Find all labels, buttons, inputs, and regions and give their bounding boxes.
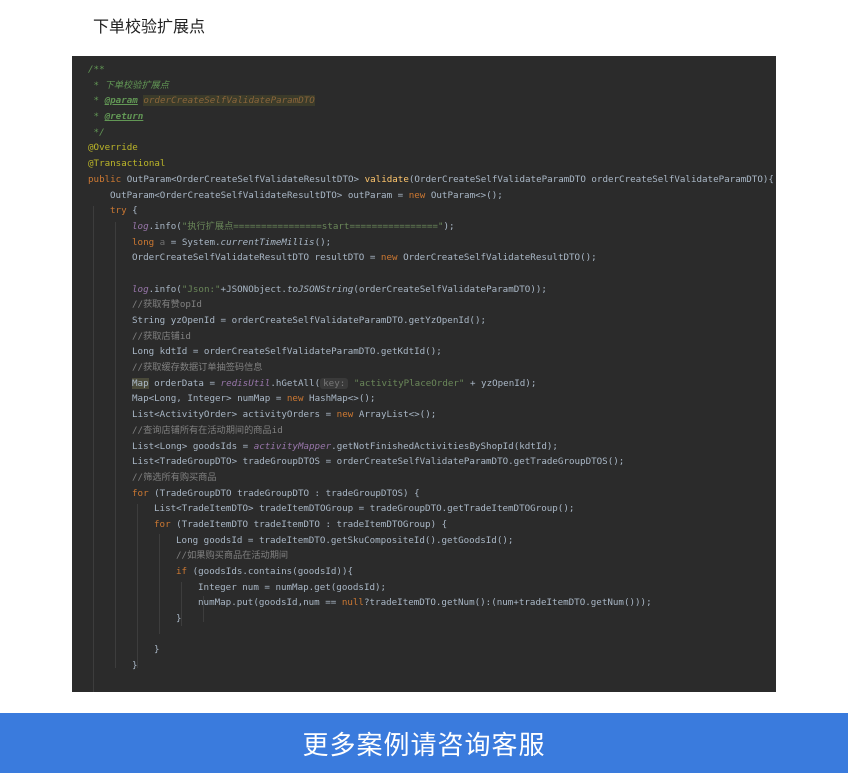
code-line: /** (88, 62, 776, 78)
code-line: * @param orderCreateSelfValidateParamDTO (88, 93, 776, 109)
code-block: /** * 下单校验扩展点 * @param orderCreateSelfVa… (88, 62, 776, 674)
method-name: validate (364, 173, 409, 185)
code-line: @Transactional (88, 156, 776, 172)
line-comment: //查询店铺所有在活动期间的商品id (132, 424, 283, 436)
line-comment: //获取有赞opId (132, 299, 202, 311)
doc-tag: @return (104, 111, 144, 123)
doc-comment: * (88, 95, 105, 107)
code-line: //如果购买商品在活动期间 (88, 548, 776, 564)
line-comment: //获取缓存数据订单抽签码信息 (132, 362, 263, 374)
code-line: OutParam<OrderCreateSelfValidateResultDT… (110, 189, 503, 201)
code-line: List<TradeItemDTO> tradeItemDTOGroup = t… (154, 503, 575, 515)
code-line: * @return (88, 109, 776, 125)
code-line: List<ActivityOrder> activityOrders = new… (132, 409, 437, 421)
code-line: List<TradeGroupDTO> tradeGroupDTOS = ord… (132, 456, 625, 468)
code-line: Integer num = numMap.get(goodsId); (198, 581, 387, 593)
code-line: @Override (88, 140, 776, 156)
contact-banner-text: 更多案例请咨询客服 (302, 730, 546, 761)
code-line: //筛选所有购买商品 (88, 470, 776, 486)
code-line: Map<Long, Integer> numMap = new HashMap<… (132, 393, 376, 405)
code-line: Long goodsId = tradeItemDTO.getSkuCompos… (176, 534, 514, 546)
code-line: } (176, 613, 182, 625)
code-line: numMap.put(goodsId,num == null?tradeItem… (198, 597, 652, 609)
line-comment: //获取店铺id (132, 330, 191, 342)
code-line: if (goodsIds.contains(goodsId)){ (176, 566, 354, 577)
code-line: log.info("执行扩展点================start====… (132, 220, 455, 232)
code-line: try { (110, 205, 138, 217)
code-line: long a = System.currentTimeMillis(); (132, 236, 332, 248)
code-line: } (132, 660, 138, 672)
code-line: public OutParam<OrderCreateSelfValidateR… (88, 173, 774, 185)
code-editor[interactable]: /** * 下单校验扩展点 * @param orderCreateSelfVa… (72, 56, 776, 692)
doc-comment: */ (88, 126, 105, 138)
code-line: String yzOpenId = orderCreateSelfValidat… (132, 315, 487, 326)
code-line: */ (88, 125, 776, 141)
parameter-hint: key: (320, 377, 349, 389)
code-line: List<Long> goodsIds = activityMapper.get… (132, 440, 558, 452)
code-line: Long kdtId = orderCreateSelfValidatePara… (132, 346, 442, 358)
doc-comment: * 下单校验扩展点 (88, 79, 169, 91)
param-name: orderCreateSelfValidateParamDTO (143, 95, 315, 107)
doc-comment: * (88, 111, 105, 123)
highlighted-type: Map (132, 377, 149, 389)
code-line: OrderCreateSelfValidateResultDTO resultD… (132, 252, 597, 264)
code-line: //查询店铺所有在活动期间的商品id (88, 423, 776, 439)
doc-tag: @param (104, 95, 138, 107)
code-line: //获取缓存数据订单抽签码信息 (88, 360, 776, 376)
code-line: for (TradeGroupDTO tradeGroupDTO : trade… (132, 487, 420, 499)
line-comment: //筛选所有购买商品 (132, 471, 217, 483)
code-line: Map orderData = redisUtil.hGetAll(key: "… (132, 377, 537, 389)
line-comment: //如果购买商品在活动期间 (176, 550, 289, 562)
code-line: //获取有赞opId (88, 297, 776, 313)
contact-banner[interactable]: 更多案例请咨询客服 (0, 713, 848, 773)
annotation: @Transactional (88, 158, 166, 170)
doc-comment: /** (88, 64, 105, 75)
code-line: log.info("Json:"+JSONObject.toJSONString… (132, 283, 547, 295)
code-line: } (154, 644, 160, 656)
code-line: //获取店铺id (88, 329, 776, 345)
code-line: for (TradeItemDTO tradeItemDTO : tradeIt… (154, 518, 448, 530)
code-line: * 下单校验扩展点 (88, 78, 776, 94)
annotation: @Override (88, 142, 138, 154)
page-title: 下单校验扩展点 (93, 17, 206, 36)
